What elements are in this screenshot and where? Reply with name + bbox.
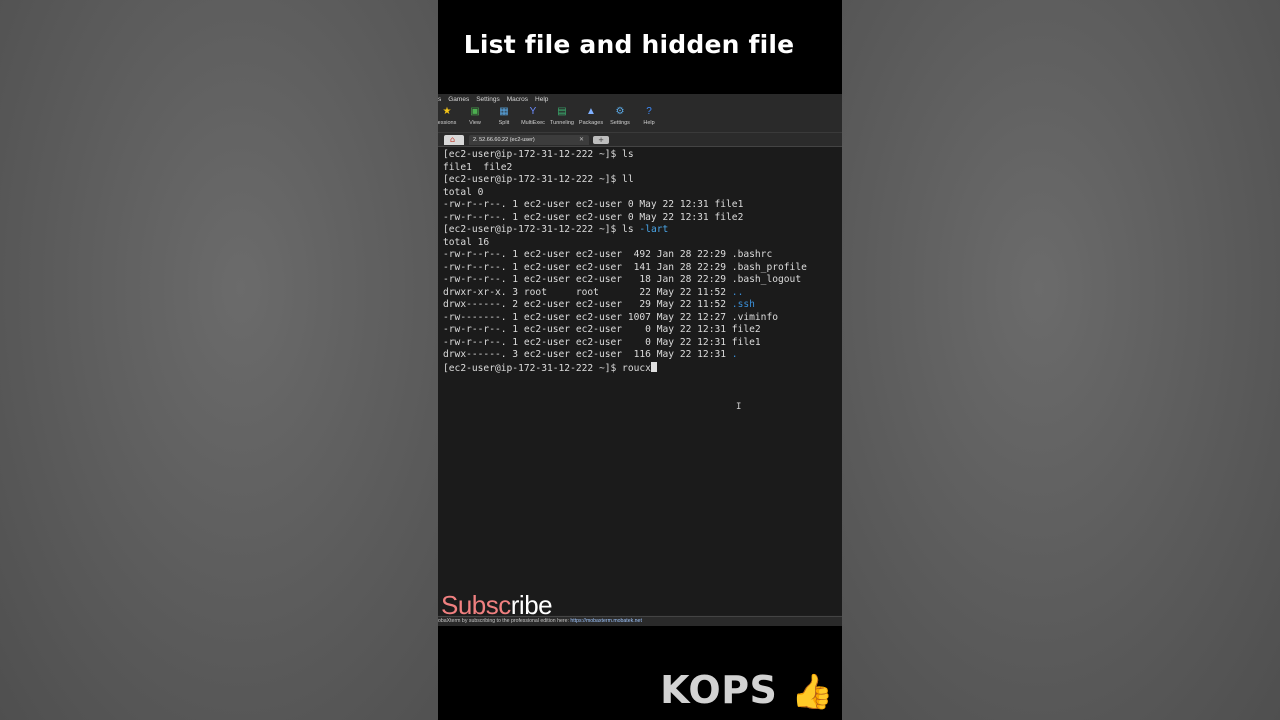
toolbar-settings-button[interactable]: ⚙ Settings — [605, 106, 635, 131]
terminal-line: -rw-r--r--. 1 ec2-user ec2-user 0 May 22… — [443, 212, 807, 225]
toolbar-label: Help — [643, 120, 655, 126]
terminal-text: [ec2-user@ip-172-31-12-222 ~]$ roucx — [443, 362, 651, 374]
terminal-text: -rw-r--r--. 1 ec2-user ec2-user 18 Jan 2… — [443, 274, 802, 285]
thumbs-up-icon: 👍 — [791, 672, 834, 712]
toolbar-essions-button[interactable]: ★ essions — [438, 106, 462, 131]
terminal-line: -rw-r--r--. 1 ec2-user ec2-user 0 May 22… — [443, 199, 807, 212]
terminal-line: -rw-r--r--. 1 ec2-user ec2-user 141 Jan … — [443, 262, 807, 275]
terminal-text: [ec2-user@ip-172-31-12-222 ~]$ ls — [443, 224, 640, 235]
terminal-text: file1 file2 — [443, 161, 513, 173]
package-icon: ▲ — [586, 106, 596, 117]
terminal-output: [ec2-user@ip-172-31-12-222 ~]$ ls file1 f… — [443, 149, 807, 374]
toolbar-label: Split — [498, 120, 510, 126]
terminal-text: . — [731, 349, 738, 360]
star-icon: ★ — [442, 106, 452, 117]
terminal-line: drwx------. 3 ec2-user ec2-user 116 May … — [443, 349, 807, 362]
toolbar-label: Settings — [610, 120, 630, 126]
terminal-text: drwxr-xr-x. 3 root root 22 May 22 11:52 — [443, 286, 732, 298]
terminal-text: -rw-r--r--. 1 ec2-user ec2-user 0 May 22… — [443, 336, 761, 348]
subscribe-overlay: Subscribe — [441, 590, 553, 621]
terminal-line: file1 file2 — [443, 162, 807, 175]
close-icon[interactable]: ✕ — [579, 135, 584, 145]
toolbar-label: Tunneling — [550, 120, 574, 126]
terminal-line: -rw-r--r--. 1 ec2-user ec2-user 18 Jan 2… — [443, 274, 807, 287]
brand-watermark: KOPS 👍 — [660, 668, 834, 712]
terminal-text: [ec2-user@ip-172-31-12-222 ~]$ ls — [443, 149, 634, 160]
terminal-line: [ec2-user@ip-172-31-12-222 ~]$ ls -lart — [443, 224, 807, 237]
terminal-text: drwx------. 3 ec2-user ec2-user 116 May … — [443, 349, 732, 360]
toolbar: ★ essions ▣ View ▦ Split Y MultiExec ▤ Tunneling ▲… — [438, 105, 842, 133]
toolbar-tunneling-button[interactable]: ▤ Tunneling — [547, 106, 577, 131]
terminal-text: [ec2-user@ip-172-31-12-222 ~]$ ll — [443, 174, 634, 185]
terminal-text: -rw-r--r--. 1 ec2-user ec2-user 0 May 22… — [443, 324, 761, 335]
help-icon: ? — [646, 106, 652, 117]
terminal-text: -rw-r--r--. 1 ec2-user ec2-user 0 May 22… — [443, 199, 744, 210]
terminal-line: drwxr-xr-x. 3 root root 22 May 22 11:52 … — [443, 287, 807, 300]
video-frame: List file and hidden file s Games Settings… — [438, 0, 842, 720]
terminal-line: -rw-r--r--. 1 ec2-user ec2-user 492 Jan … — [443, 249, 807, 262]
text-cursor-icon: I — [736, 402, 742, 412]
toolbar-label: essions — [438, 120, 457, 126]
terminal-text: -rw-r--r--. 1 ec2-user ec2-user 141 Jan … — [443, 261, 807, 273]
blurred-background-left — [0, 0, 438, 720]
toolbar-label: Packages — [578, 120, 604, 126]
toolbar-split-button[interactable]: ▦ Split — [489, 106, 519, 131]
terminal-line: -rw-r--r--. 1 ec2-user ec2-user 0 May 22… — [443, 324, 807, 337]
toolbar-multiexec-button[interactable]: Y MultiExec — [518, 106, 548, 131]
menu-bar: s Games Settings Macros Help — [438, 94, 842, 105]
terminal-line: drwx------. 2 ec2-user ec2-user 29 May 2… — [443, 299, 807, 312]
terminal-line: total 16 — [443, 237, 807, 250]
menu-item-macros[interactable]: Macros — [507, 96, 528, 103]
video-title: List file and hidden file — [463, 30, 795, 59]
toolbar-view-button[interactable]: ▣ View — [460, 106, 490, 131]
home-icon: ⌂ — [450, 135, 456, 144]
terminal-cursor — [650, 361, 657, 372]
mobaxterm-window: s Games Settings Macros Help ★ essions ▣ View ▦ S… — [438, 94, 842, 626]
menu-item-help[interactable]: Help — [535, 96, 548, 103]
terminal-line: [ec2-user@ip-172-31-12-222 ~]$ roucx — [443, 361, 807, 375]
status-link[interactable]: https://mobaxterm.mobatek.net — [570, 618, 642, 624]
toolbar-help-button[interactable]: ? Help — [634, 106, 664, 131]
monitor-icon: ▣ — [470, 106, 480, 117]
split-icon: ▦ — [499, 106, 509, 117]
terminal-text: -rw-r--r--. 1 ec2-user ec2-user 492 Jan … — [443, 249, 773, 260]
terminal-text: total 0 — [443, 186, 484, 198]
menu-item-s[interactable]: s — [438, 96, 441, 103]
terminal-text: -rw-r--r--. 1 ec2-user ec2-user 0 May 22… — [443, 211, 744, 223]
terminal-text: .ssh — [731, 299, 755, 310]
home-tab[interactable]: ⌂ — [444, 135, 464, 145]
terminal-line: -rw-------. 1 ec2-user ec2-user 1007 May… — [443, 312, 807, 325]
terminal-text: total 16 — [443, 236, 490, 248]
subscribe-text: ribe — [510, 590, 553, 620]
terminal-text: -lart — [639, 224, 669, 235]
terminal-line: -rw-r--r--. 1 ec2-user ec2-user 0 May 22… — [443, 337, 807, 350]
tab-bar: ⌂ 2. 52.66.60.22 (ec2-user) ✕ + — [438, 133, 842, 147]
toolbar-label: MultiExec — [521, 120, 545, 126]
toolbar-label: View — [469, 120, 481, 126]
terminal-line: total 0 — [443, 187, 807, 200]
menu-item-games[interactable]: Games — [448, 96, 469, 103]
plus-icon: + — [598, 136, 604, 144]
blurred-background-right — [842, 0, 1280, 720]
fork-icon: Y — [529, 106, 537, 117]
toolbar-packages-button[interactable]: ▲ Packages — [576, 106, 606, 131]
menu-item-settings[interactable]: Settings — [476, 96, 500, 103]
subscribe-text-highlight: Subsc — [441, 590, 511, 620]
terminal-line: [ec2-user@ip-172-31-12-222 ~]$ ll — [443, 174, 807, 187]
terminal[interactable]: [ec2-user@ip-172-31-12-222 ~]$ ls file1 f… — [438, 147, 842, 615]
new-tab-button[interactable]: + — [593, 136, 609, 144]
session-tab[interactable]: 2. 52.66.60.22 (ec2-user) — [469, 135, 589, 145]
terminal-line: [ec2-user@ip-172-31-12-222 ~]$ ls — [443, 149, 807, 162]
terminal-text: drwx------. 2 ec2-user ec2-user 29 May 2… — [443, 299, 732, 310]
tunnel-icon: ▤ — [557, 106, 567, 117]
terminal-text: -rw-------. 1 ec2-user ec2-user 1007 May… — [443, 311, 779, 323]
brand-text: KOPS — [660, 668, 778, 712]
gear-icon: ⚙ — [615, 106, 625, 117]
terminal-text: .. — [731, 286, 744, 298]
